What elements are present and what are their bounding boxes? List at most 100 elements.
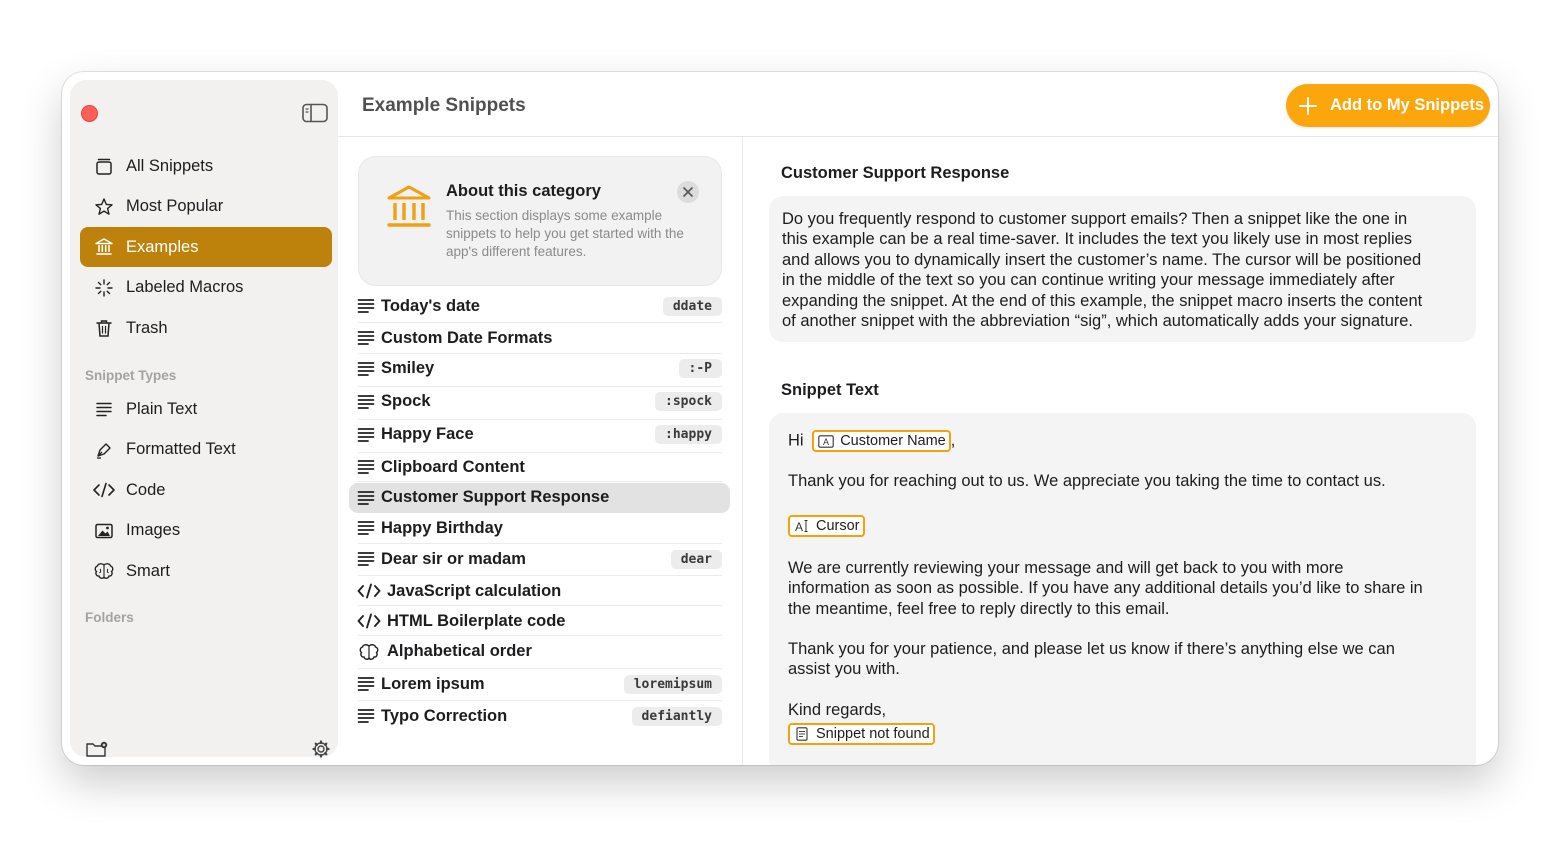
folders-heading: Folders <box>85 610 134 625</box>
sidebar-item-code[interactable]: Code <box>80 470 332 510</box>
header-divider <box>338 136 1498 137</box>
snippet-text-heading: Snippet Text <box>781 381 879 399</box>
image-icon <box>92 519 116 543</box>
sparkle-icon <box>92 276 116 300</box>
description-line: this example can be a real time-saver. I… <box>782 230 1413 249</box>
sidebar-item-trash[interactable]: Trash <box>80 308 332 348</box>
snippet-name: Happy Face <box>381 425 474 443</box>
snippet-name: HTML Boilerplate code <box>387 611 566 630</box>
bank-icon <box>385 183 433 231</box>
snippet-types-heading: Snippet Types <box>85 368 177 383</box>
cursor-token[interactable]: A Cursor <box>788 515 865 537</box>
snippet-list-item[interactable]: Typo Correction defiantly <box>349 701 730 731</box>
abbreviation-badge: ddate <box>662 296 722 316</box>
code-icon <box>357 582 381 600</box>
lines-icon <box>357 360 375 378</box>
snippet-list-item[interactable]: Smiley:-P <box>349 354 730 384</box>
sidebar-item-plain-text[interactable]: Plain Text <box>80 389 332 429</box>
snippet-list-item[interactable]: Dear sir or madam dear <box>349 544 730 574</box>
snippet-list-item[interactable]: Custom Date Formats <box>349 323 730 353</box>
brain-icon <box>357 643 381 661</box>
close-icon[interactable] <box>677 181 699 203</box>
sidebar-item-label: Plain Text <box>126 399 198 418</box>
document-icon <box>794 727 810 741</box>
sidebar-item-formatted-text[interactable]: Formatted Text <box>80 430 332 470</box>
window-close-button[interactable] <box>81 105 98 122</box>
about-text: This section displays some example snipp… <box>446 208 684 259</box>
snippet-name: Spock <box>381 392 431 410</box>
sidebar-item-smart[interactable]: Smart <box>80 551 332 591</box>
sidebar-item-examples[interactable]: Examples <box>80 227 332 267</box>
snippet-list-item[interactable]: HTML Boilerplate code <box>349 606 730 636</box>
signature-line: Snippet not found <box>788 723 935 745</box>
sidebar-item-label: All Snippets <box>126 156 214 175</box>
snippet-list-item[interactable]: Spock:spock <box>349 387 730 417</box>
sidebar-item-images[interactable]: Images <box>80 511 332 551</box>
thanks-line: Thank you for reaching out to us. We app… <box>788 472 1386 490</box>
new-folder-icon[interactable] <box>85 740 109 758</box>
sidebar-item-labeled-macros[interactable]: Labeled Macros <box>80 268 332 308</box>
snippet-name: Customer Support Response <box>381 488 610 506</box>
snippet-list-item[interactable]: Today's date ddate <box>349 291 730 321</box>
customer-name-token[interactable]: A Customer Name <box>812 430 951 452</box>
lines-icon <box>357 426 375 444</box>
code-icon <box>92 478 116 502</box>
description-line: and allows you to dynamically insert the… <box>782 250 1422 269</box>
snippet-list-item[interactable]: Happy Birthday <box>349 513 730 543</box>
paragraph-line: information as soon as possible. If you … <box>788 579 1423 598</box>
lines-icon <box>357 393 375 411</box>
app-window: All Snippets Most Popular Examples Label… <box>62 72 1498 765</box>
reviewing-paragraph: We are currently reviewing your message … <box>788 558 1460 619</box>
snippet-text-editor[interactable]: Hi A Customer Name , Thank you for reach… <box>769 413 1476 765</box>
sidebar-item-label: Labeled Macros <box>126 278 244 296</box>
lines-icon <box>357 329 375 347</box>
sidebar-item-label: Most Popular <box>126 197 224 215</box>
sidebar-toggle-icon[interactable] <box>302 103 328 123</box>
add-to-my-snippets-button[interactable]: Add to My Snippets <box>1286 84 1490 127</box>
snippet-list-item[interactable]: JavaScript calculation <box>349 576 730 606</box>
description-line: expanding the snippet. At the end of thi… <box>782 291 1423 310</box>
lines-icon <box>357 519 375 537</box>
snippet-list-item[interactable]: Alphabetical order <box>349 637 730 667</box>
snippet-name: Clipboard Content <box>381 457 525 476</box>
cursor-icon: A <box>794 519 810 533</box>
lines-icon <box>357 458 375 476</box>
greeting-text: Hi <box>788 431 804 450</box>
abbreviation-badge: loremipsum <box>623 674 722 694</box>
lines-icon <box>357 489 375 507</box>
snippet-title: Customer Support Response <box>781 164 1010 182</box>
snippet-name: Lorem ipsum <box>381 674 485 693</box>
snippet-list-item[interactable]: Customer Support Response <box>349 482 730 513</box>
snippet-name: Custom Date Formats <box>381 328 553 347</box>
snippet-not-found-token[interactable]: Snippet not found <box>788 723 935 745</box>
svg-text:A: A <box>795 520 803 533</box>
sidebar-item-all-snippets[interactable]: All Snippets <box>80 146 332 186</box>
snippet-list-item[interactable]: Happy Face:happy <box>349 420 730 450</box>
snippet-name: JavaScript calculation <box>387 581 562 600</box>
about-category-card: About this category This section display… <box>358 156 722 286</box>
lines-icon <box>357 297 375 315</box>
star-icon <box>92 195 116 219</box>
sidebar-item-most-popular[interactable]: Most Popular <box>80 187 332 227</box>
lines-icon <box>357 707 375 725</box>
stack-icon <box>92 154 116 178</box>
snippet-name: Happy Birthday <box>381 518 503 537</box>
paragraph-line: We are currently reviewing your message … <box>788 559 1344 577</box>
snippet-token-label: Snippet not found <box>816 725 930 742</box>
abbreviation-badge: :-P <box>678 359 722 378</box>
description-line: Do you frequently respond to customer su… <box>782 210 1408 228</box>
paragraph-line: Thank you for your patience, and please … <box>788 640 1395 658</box>
page-title: Example Snippets <box>362 95 526 116</box>
abbreviation-badge: defiantly <box>631 706 722 726</box>
snippet-name: Typo Correction <box>381 706 508 725</box>
sidebar-item-label: Smart <box>126 561 171 580</box>
settings-gear-icon[interactable] <box>311 739 331 759</box>
description-line: of another snippet with the abbreviation… <box>782 312 1414 331</box>
closing-line: Kind regards, <box>788 701 887 719</box>
lines-icon <box>357 550 375 568</box>
paragraph-line: the meantime, feel free to reply directl… <box>788 599 1170 618</box>
snippet-list-item[interactable]: Lorem ipsum loremipsum <box>349 669 730 699</box>
sidebar-item-label: Code <box>126 480 166 499</box>
snippet-list-item[interactable]: Clipboard Content <box>349 452 730 482</box>
brain-icon <box>92 559 116 583</box>
